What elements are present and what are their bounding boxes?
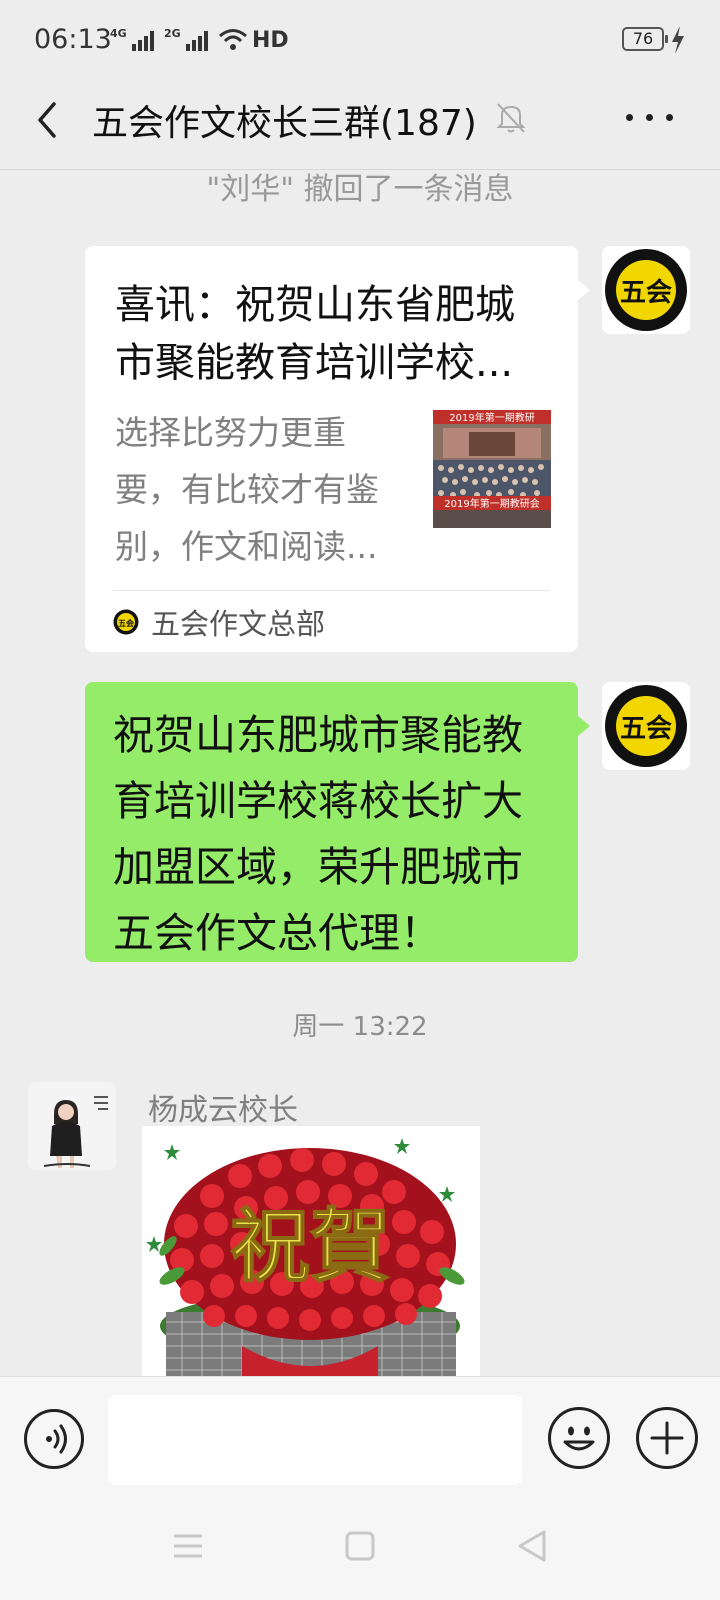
chat-title: 五会作文校长三群(187) xyxy=(92,103,477,144)
more-icon[interactable] xyxy=(626,110,674,124)
sender-avatar[interactable] xyxy=(28,1082,116,1170)
wuhui-logo-icon: 五会 xyxy=(602,246,690,334)
own-avatar[interactable]: 五会 xyxy=(602,682,690,770)
menu-icon[interactable] xyxy=(168,1526,208,1566)
wuhui-logo-icon: 五会 xyxy=(602,682,690,770)
card-description: 选择比努力更重 要，有比较才有鉴 别，作文和阅读... xyxy=(115,404,397,575)
signal-2g-icon: 2G xyxy=(164,27,208,51)
chat-header: 五会作文校长三群(187) xyxy=(0,80,720,170)
status-bar: 06:13 4G 2G HD 76 xyxy=(0,0,720,80)
back-nav-icon[interactable] xyxy=(512,1526,552,1566)
congratulations-bouquet-image: 祝賀 xyxy=(142,1126,480,1376)
status-time: 06:13 xyxy=(34,24,112,55)
own-avatar[interactable]: 五会 xyxy=(602,246,690,334)
person-photo xyxy=(28,1082,116,1170)
signal-4g-icon: 4G xyxy=(110,27,154,51)
system-nav-bar xyxy=(0,1506,720,1600)
back-arrow-icon[interactable] xyxy=(28,98,72,142)
home-icon[interactable] xyxy=(340,1526,380,1566)
network-type-label: 2G xyxy=(164,27,181,40)
link-card-message[interactable]: 喜讯：祝贺山东省肥城 市聚能教育培训学校... 选择比努力更重 要，有比较才有鉴… xyxy=(85,246,590,652)
voice-icon xyxy=(46,1424,67,1454)
logo-text: 五会 xyxy=(118,618,134,628)
card-title-line: 喜讯：祝贺山东省肥城 xyxy=(115,282,515,328)
network-type-label: 4G xyxy=(110,27,127,40)
card-source-name: 五会作文总部 xyxy=(151,607,326,641)
voice-button[interactable] xyxy=(24,1409,84,1469)
hd-label: HD xyxy=(252,27,289,53)
card-title-line: 市聚能教育培训学校... xyxy=(115,340,514,386)
emoji-icon xyxy=(563,1426,595,1451)
message-input[interactable] xyxy=(108,1395,522,1485)
logo-text: 五会 xyxy=(620,278,672,308)
bell-muted-icon xyxy=(496,103,526,133)
card-title: 喜讯：祝贺山东省肥城 市聚能教育培训学校... xyxy=(115,276,545,392)
emoji-button[interactable] xyxy=(548,1407,610,1469)
plus-icon xyxy=(650,1421,684,1455)
charging-icon xyxy=(672,26,684,54)
wifi-hd-indicator: HD xyxy=(218,28,289,53)
message-timestamp: 周一 13:22 xyxy=(292,1012,428,1042)
wuhui-logo-icon: 五会 xyxy=(113,609,139,635)
image-caption: 祝賀 xyxy=(230,1199,390,1293)
more-functions-button[interactable] xyxy=(636,1407,698,1469)
card-divider xyxy=(113,590,550,591)
card-desc-line: 要，有比较才有鉴 xyxy=(115,470,379,509)
wifi-icon xyxy=(219,29,247,50)
card-desc-line: 选择比努力更重 xyxy=(115,413,346,452)
card-desc-line: 别，作文和阅读... xyxy=(115,527,378,566)
network-indicators: 4G 2G HD xyxy=(110,24,289,56)
logo-text: 五会 xyxy=(620,714,672,744)
battery-icon: 76 xyxy=(622,27,668,51)
card-thumbnail: 2019年第一期教研 2019年第一期教研会 xyxy=(433,410,551,528)
thumb-caption-bottom: 2019年第一期教研会 xyxy=(444,497,539,510)
recall-notice: "刘华" 撤回了一条消息 xyxy=(206,172,514,207)
sent-text-message[interactable]: 祝贺山东肥城市聚能教育培训学校蒋校长扩大加盟区域，荣升肥城市五会作文总代理！ xyxy=(85,682,590,962)
chat-input-bar xyxy=(0,1376,720,1506)
thumb-caption-top: 2019年第一期教研 xyxy=(449,411,534,424)
sender-name: 杨成云校长 xyxy=(148,1093,298,1128)
card-source: 五会 五会作文总部 xyxy=(113,602,325,642)
image-message[interactable]: 祝賀 xyxy=(142,1126,480,1376)
